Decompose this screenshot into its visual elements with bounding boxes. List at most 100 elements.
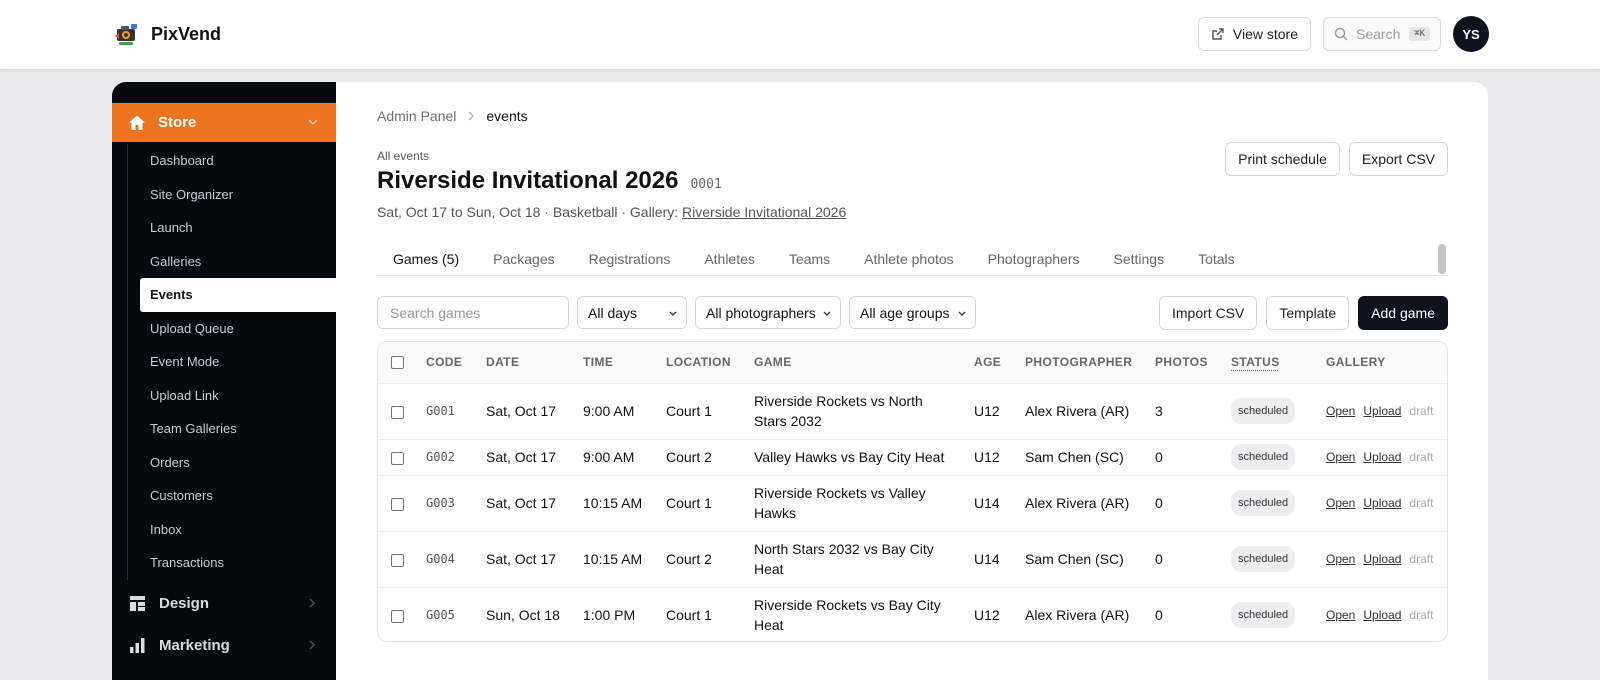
sidebar-section-marketing[interactable]: Marketing bbox=[112, 627, 336, 663]
tab-settings[interactable]: Settings bbox=[1097, 242, 1182, 276]
row-checkbox[interactable] bbox=[391, 405, 404, 419]
cell-photographer: Sam Chen (SC) bbox=[1017, 438, 1147, 475]
cell-date: Sat, Oct 17 bbox=[478, 474, 575, 531]
cell-photos: 3 bbox=[1147, 382, 1223, 439]
sidebar-item-upload-link[interactable]: Upload Link bbox=[128, 379, 336, 413]
event-meta-text: Sat, Oct 17 to Sun, Oct 18 · Basketball … bbox=[377, 204, 683, 220]
global-search[interactable]: Search ⌘K bbox=[1323, 17, 1441, 51]
days-select[interactable]: All days bbox=[577, 296, 687, 329]
sidebar-item-orders[interactable]: Orders bbox=[128, 446, 336, 480]
table-row[interactable]: G002 Sat, Oct 17 9:00 AM Court 2 Valley … bbox=[378, 438, 1447, 475]
cell-game: Riverside Rockets vs North Stars 2032 bbox=[746, 382, 966, 439]
view-store-button[interactable]: View store bbox=[1197, 17, 1311, 51]
pixvend-logo-icon bbox=[113, 20, 141, 48]
tab-teams[interactable]: Teams bbox=[772, 242, 847, 276]
photographers-select[interactable]: All photographers bbox=[695, 296, 841, 329]
col-game[interactable]: GAME bbox=[746, 342, 966, 383]
sidebar-item-team-galleries[interactable]: Team Galleries bbox=[128, 412, 336, 446]
layout-icon bbox=[130, 595, 145, 611]
cell-game: North Stars 2032 vs Bay City Heat bbox=[746, 530, 966, 587]
gallery-open-link[interactable]: Open bbox=[1326, 549, 1355, 569]
col-status[interactable]: STATUS bbox=[1223, 342, 1318, 383]
page-title: Riverside Invitational 2026 bbox=[377, 167, 679, 194]
print-schedule-button[interactable]: Print schedule bbox=[1225, 142, 1340, 176]
row-checkbox[interactable] bbox=[391, 451, 404, 465]
sidebar-item-customers[interactable]: Customers bbox=[128, 479, 336, 513]
table-row[interactable]: G001 Sat, Oct 17 9:00 AM Court 1 Riversi… bbox=[378, 382, 1447, 439]
gallery-draft-label: draft bbox=[1409, 404, 1434, 418]
tab-athletes[interactable]: Athletes bbox=[687, 242, 772, 276]
status-badge: scheduled bbox=[1231, 444, 1296, 470]
export-csv-button[interactable]: Export CSV bbox=[1348, 142, 1448, 176]
cell-age: U12 bbox=[966, 438, 1017, 475]
row-checkbox[interactable] bbox=[391, 497, 404, 511]
gallery-link[interactable]: Riverside Invitational 2026 bbox=[682, 204, 846, 220]
search-games-input[interactable]: Search games bbox=[377, 296, 569, 329]
table-row[interactable]: G003 Sat, Oct 17 10:15 AM Court 1 Rivers… bbox=[378, 474, 1447, 531]
games-toolbar: Search games All days All photographers … bbox=[377, 296, 1448, 330]
breadcrumb-admin-panel[interactable]: Admin Panel bbox=[377, 108, 456, 124]
col-photos[interactable]: PHOTOS bbox=[1147, 342, 1223, 383]
col-location[interactable]: LOCATION bbox=[658, 342, 746, 383]
gallery-open-link[interactable]: Open bbox=[1326, 605, 1355, 625]
col-gallery[interactable]: GALLERY bbox=[1318, 342, 1447, 383]
cell-age: U12 bbox=[966, 382, 1017, 439]
add-game-button[interactable]: Add game bbox=[1358, 296, 1448, 330]
tab-photographers[interactable]: Photographers bbox=[971, 242, 1097, 276]
sidebar-item-event-mode[interactable]: Event Mode bbox=[128, 345, 336, 379]
external-link-icon bbox=[1212, 28, 1224, 40]
col-time[interactable]: TIME bbox=[575, 342, 658, 383]
games-table: CODE DATE TIME LOCATION GAME AGE PHOTOGR… bbox=[377, 341, 1448, 642]
sidebar-section-store[interactable]: Store bbox=[112, 103, 344, 142]
event-tabs: Games (5) Packages Registrations Athlete… bbox=[377, 242, 1448, 276]
sidebar-item-transactions[interactable]: Transactions bbox=[128, 546, 336, 580]
col-age[interactable]: AGE bbox=[966, 342, 1017, 383]
row-checkbox[interactable] bbox=[391, 553, 404, 567]
cell-location: Court 1 bbox=[658, 586, 746, 641]
template-button[interactable]: Template bbox=[1266, 296, 1350, 330]
gallery-open-link[interactable]: Open bbox=[1326, 447, 1355, 467]
gallery-upload-link[interactable]: Upload bbox=[1363, 493, 1401, 513]
tabs-scrollbar[interactable] bbox=[1438, 244, 1446, 274]
col-code[interactable]: CODE bbox=[418, 342, 478, 383]
cell-game: Valley Hawks vs Bay City Heat bbox=[746, 438, 966, 475]
brand[interactable]: PixVend bbox=[113, 20, 221, 48]
sidebar-item-events[interactable]: Events bbox=[140, 278, 336, 312]
age-groups-select-value: All age groups bbox=[860, 304, 950, 321]
tab-athlete-photos[interactable]: Athlete photos bbox=[847, 242, 971, 276]
sidebar-item-site-organizer[interactable]: Site Organizer bbox=[128, 178, 336, 212]
sidebar-item-inbox[interactable]: Inbox bbox=[128, 513, 336, 547]
sidebar-section-design[interactable]: Design bbox=[112, 585, 336, 621]
select-all-checkbox[interactable] bbox=[391, 356, 404, 370]
tab-games[interactable]: Games (5) bbox=[377, 242, 476, 276]
cell-age: U14 bbox=[966, 474, 1017, 531]
table-row[interactable]: G005 Sun, Oct 18 1:00 PM Court 1 Riversi… bbox=[378, 586, 1447, 641]
design-label: Design bbox=[159, 594, 210, 612]
table-row[interactable]: G004 Sat, Oct 17 10:15 AM Court 2 North … bbox=[378, 530, 1447, 587]
tab-registrations[interactable]: Registrations bbox=[572, 242, 688, 276]
row-checkbox[interactable] bbox=[391, 610, 404, 624]
sidebar-item-upload-queue[interactable]: Upload Queue bbox=[128, 312, 336, 346]
breadcrumb: Admin Panel events bbox=[377, 108, 528, 124]
col-photographer[interactable]: PHOTOGRAPHER bbox=[1017, 342, 1147, 383]
store-subnav: Dashboard Site Organizer Launch Gallerie… bbox=[127, 144, 336, 580]
avatar[interactable]: YS bbox=[1453, 16, 1489, 52]
import-csv-button[interactable]: Import CSV bbox=[1159, 296, 1258, 330]
gallery-upload-link[interactable]: Upload bbox=[1363, 401, 1401, 421]
tab-totals[interactable]: Totals bbox=[1181, 242, 1252, 276]
gallery-open-link[interactable]: Open bbox=[1326, 401, 1355, 421]
sidebar-item-dashboard[interactable]: Dashboard bbox=[128, 144, 336, 178]
age-groups-select[interactable]: All age groups bbox=[849, 296, 976, 329]
gallery-open-link[interactable]: Open bbox=[1326, 493, 1355, 513]
all-events-link[interactable]: All events bbox=[377, 149, 429, 163]
sidebar-item-launch[interactable]: Launch bbox=[128, 211, 336, 245]
event-meta: Sat, Oct 17 to Sun, Oct 18 · Basketball … bbox=[377, 204, 846, 220]
tab-packages[interactable]: Packages bbox=[476, 242, 571, 276]
gallery-upload-link[interactable]: Upload bbox=[1363, 605, 1401, 625]
col-date[interactable]: DATE bbox=[478, 342, 575, 383]
sidebar-item-galleries[interactable]: Galleries bbox=[128, 245, 336, 279]
gallery-upload-link[interactable]: Upload bbox=[1363, 549, 1401, 569]
gallery-upload-link[interactable]: Upload bbox=[1363, 447, 1401, 467]
status-badge: scheduled bbox=[1231, 602, 1296, 629]
chevron-down-icon bbox=[308, 119, 318, 125]
